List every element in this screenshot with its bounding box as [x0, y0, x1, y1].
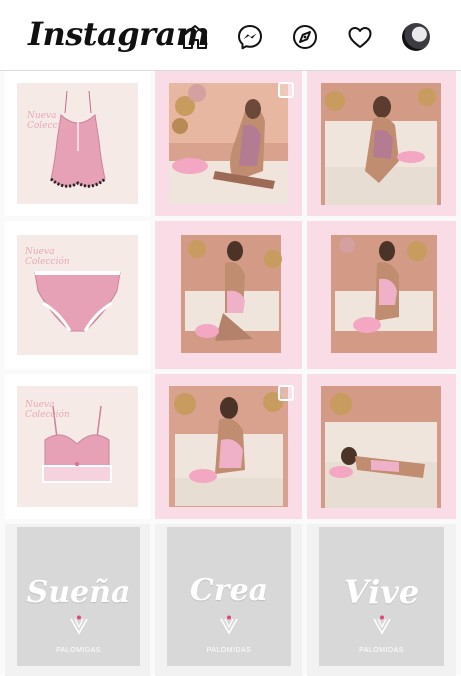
multi-post-icon — [278, 82, 294, 98]
photo-model-kneeling — [181, 235, 282, 353]
brand-name: PALOMIDAS — [206, 647, 252, 654]
palomidas-logo-icon — [70, 615, 88, 635]
product-script-text: Nueva Colección — [25, 400, 70, 420]
instagram-app: Instagram Nueva Colección Nueva Colecció… — [0, 0, 461, 676]
brand-word: Crea — [189, 573, 269, 608]
multi-post-icon — [278, 385, 294, 401]
brand-name: PALOMIDAS — [56, 647, 101, 654]
post-photo-4[interactable] — [307, 221, 456, 369]
photo-model-couch — [321, 83, 441, 205]
post-photo-1[interactable] — [155, 71, 302, 216]
brand-word: Sueña — [26, 575, 131, 610]
post-photo-3[interactable] — [155, 221, 302, 369]
activity-heart-icon[interactable] — [346, 23, 374, 51]
bodysuit-illustration — [5, 71, 150, 216]
brand-name: PALOMIDAS — [359, 647, 404, 654]
post-photo-6[interactable] — [307, 374, 456, 519]
photo-model-lying — [321, 386, 441, 508]
brand-card: Crea PALOMIDAS — [167, 527, 291, 666]
post-brand-crea[interactable]: Crea PALOMIDAS — [155, 524, 302, 676]
post-product-bra[interactable]: Nueva Colección — [5, 374, 150, 519]
profile-avatar[interactable] — [402, 23, 430, 51]
post-brand-vive[interactable]: Vive PALOMIDAS — [307, 524, 456, 676]
top-navigation-bar: Instagram — [0, 0, 461, 71]
post-photo-2[interactable] — [307, 71, 456, 216]
post-product-panties[interactable]: Nueva Colección — [5, 221, 150, 369]
brand-card: Vive PALOMIDAS — [319, 527, 444, 666]
post-product-bodysuit[interactable]: Nueva Colección — [5, 71, 150, 216]
messenger-icon[interactable] — [236, 23, 264, 51]
post-brand-suena[interactable]: Sueña PALOMIDAS — [5, 524, 150, 676]
product-script-text: Nueva Colección — [27, 111, 72, 131]
post-photo-5[interactable] — [155, 374, 302, 519]
explore-icon[interactable] — [291, 23, 319, 51]
palomidas-logo-icon — [373, 615, 391, 635]
product-script-text: Nueva Colección — [25, 247, 70, 267]
photo-model-pillow — [331, 235, 437, 353]
palomidas-logo-icon — [220, 615, 238, 635]
panties-illustration — [5, 221, 150, 369]
bra-illustration — [5, 374, 150, 519]
brand-word: Vive — [343, 573, 420, 611]
brand-card: Sueña PALOMIDAS — [17, 527, 140, 666]
home-icon[interactable] — [181, 23, 209, 51]
